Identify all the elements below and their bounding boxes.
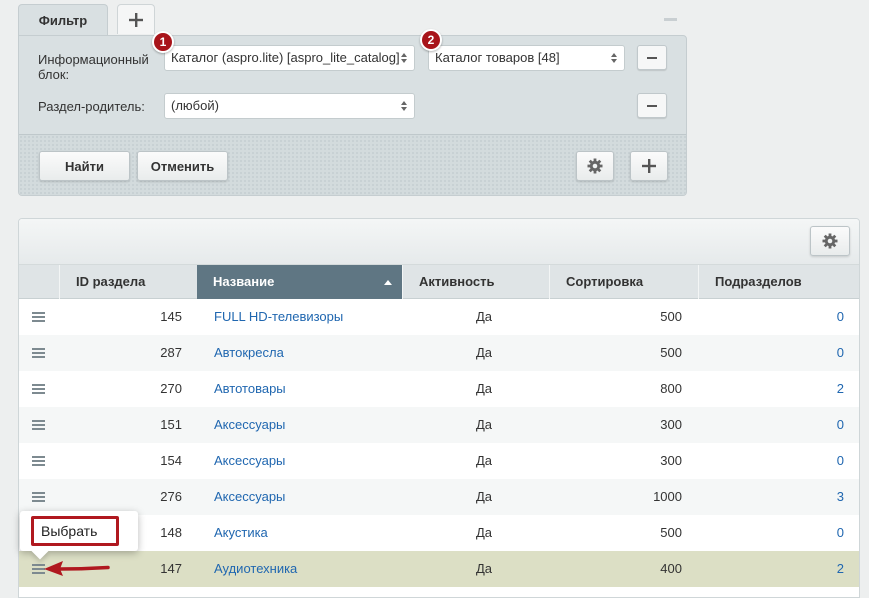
iblock-select[interactable]: Каталог товаров [48]: [428, 45, 625, 71]
cell-id: 287: [160, 345, 182, 360]
cell-subsections-link[interactable]: 0: [699, 515, 844, 551]
remove-parent-field-button[interactable]: [637, 93, 667, 118]
cell-active: Да: [475, 489, 493, 504]
cell-id: 270: [160, 381, 182, 396]
row-context-menu: Выбрать: [20, 511, 138, 551]
cell-id: 276: [160, 489, 182, 504]
cell-sort: 300: [660, 417, 682, 432]
annotation-badge-1: 1: [152, 31, 174, 53]
cell-subsections-link[interactable]: 2: [699, 371, 844, 407]
filter-panel: Информационный блок: Каталог (aspro.lite…: [18, 35, 687, 196]
table-row[interactable]: 154 Аксессуары Да 300 0: [19, 443, 859, 479]
plus-icon: [129, 12, 143, 27]
cell-sort: 500: [660, 345, 682, 360]
table-row[interactable]: 287 Автокресла Да 500 0: [19, 335, 859, 371]
row-menu-icon[interactable]: [32, 420, 45, 430]
select-arrows-icon: [401, 53, 408, 63]
grid-header: ID раздела Название Активность Сортировк…: [19, 265, 859, 299]
column-header-actions: [19, 265, 59, 299]
cell-active: Да: [475, 417, 493, 432]
menu-item-select[interactable]: Выбрать: [31, 516, 119, 546]
cell-active: Да: [475, 453, 493, 468]
row-menu-icon[interactable]: [32, 348, 45, 358]
sort-ascending-icon: [384, 280, 392, 285]
cell-name-link[interactable]: Аудиотехника: [214, 551, 404, 587]
table-row[interactable]: 276 Аксессуары Да 1000 3: [19, 479, 859, 515]
cell-name-link[interactable]: Аксессуары: [214, 479, 404, 515]
column-header-subsections[interactable]: Подразделов: [698, 265, 859, 299]
row-menu-icon[interactable]: [32, 312, 45, 322]
cell-sort: 1000: [653, 489, 682, 504]
table-row[interactable]: 147 Аудиотехника Да 400 2: [19, 551, 859, 587]
cell-name-link[interactable]: Аксессуары: [214, 407, 404, 443]
collapse-filter-icon[interactable]: [664, 18, 677, 21]
gear-icon: [587, 158, 603, 174]
cell-active: Да: [475, 561, 493, 576]
row-menu-icon[interactable]: [32, 492, 45, 502]
column-header-active[interactable]: Активность: [402, 265, 549, 299]
parent-section-value: (любой): [171, 98, 219, 113]
table-row[interactable]: 148 Акустика Да 500 0: [19, 515, 859, 551]
cell-id: 154: [160, 453, 182, 468]
column-header-id[interactable]: ID раздела: [59, 265, 197, 299]
cell-subsections-link[interactable]: 0: [699, 335, 844, 371]
cell-active: Да: [475, 309, 493, 324]
select-arrows-icon: [611, 53, 618, 63]
table-row[interactable]: 151 Аксессуары Да 300 0: [19, 407, 859, 443]
remove-iblock-field-button[interactable]: [637, 45, 667, 70]
cell-subsections-link[interactable]: 0: [699, 443, 844, 479]
cell-sort: 800: [660, 381, 682, 396]
gear-icon: [822, 233, 838, 249]
cell-active: Да: [475, 525, 493, 540]
cancel-button[interactable]: Отменить: [137, 151, 228, 181]
cell-name-link[interactable]: Автокресла: [214, 335, 404, 371]
iblock-type-select[interactable]: Каталог (aspro.lite) [aspro_lite_catalog…: [164, 45, 415, 71]
cell-sort: 300: [660, 453, 682, 468]
parent-section-label: Раздел-родитель:: [38, 99, 145, 114]
row-menu-icon[interactable]: [32, 456, 45, 466]
cell-name-link[interactable]: Аксессуары: [214, 443, 404, 479]
cell-sort: 500: [660, 309, 682, 324]
table-row[interactable]: 270 Автотовары Да 800 2: [19, 371, 859, 407]
sections-grid: ID раздела Название Активность Сортировк…: [18, 218, 860, 598]
cell-sort: 400: [660, 561, 682, 576]
column-header-sort[interactable]: Сортировка: [549, 265, 698, 299]
annotation-arrow-icon: [44, 561, 110, 576]
row-menu-icon[interactable]: [32, 384, 45, 394]
column-header-name-label: Название: [213, 274, 275, 289]
parent-section-select[interactable]: (любой): [164, 93, 415, 119]
cell-id: 151: [160, 417, 182, 432]
cell-name-link[interactable]: Акустика: [214, 515, 404, 551]
grid-settings-button[interactable]: [810, 226, 850, 256]
cell-subsections-link[interactable]: 3: [699, 479, 844, 515]
column-header-name[interactable]: Название: [197, 265, 402, 299]
cell-active: Да: [475, 345, 493, 360]
filter-settings-button[interactable]: [576, 151, 614, 181]
tab-filter[interactable]: Фильтр: [18, 4, 108, 36]
plus-icon: [642, 159, 656, 173]
select-arrows-icon: [401, 101, 408, 111]
cell-sort: 500: [660, 525, 682, 540]
table-row[interactable]: 145 FULL HD-телевизоры Да 500 0: [19, 299, 859, 335]
add-filter-field-button[interactable]: [630, 151, 668, 181]
add-filter-tab-button[interactable]: [117, 4, 155, 34]
cell-active: Да: [475, 381, 493, 396]
iblock-type-value: Каталог (aspro.lite) [aspro_lite_catalog…: [171, 50, 400, 65]
cell-name-link[interactable]: Автотовары: [214, 371, 404, 407]
grid-toolbar: [19, 219, 859, 265]
cell-name-link[interactable]: FULL HD-телевизоры: [214, 299, 404, 335]
cell-subsections-link[interactable]: 0: [699, 407, 844, 443]
annotation-badge-2: 2: [420, 29, 442, 51]
iblock-value: Каталог товаров [48]: [435, 50, 560, 65]
iblock-label: Информационный блок:: [38, 52, 149, 82]
cell-subsections-link[interactable]: 0: [699, 299, 844, 335]
filter-divider: [19, 134, 686, 135]
cell-id: 145: [160, 309, 182, 324]
find-button[interactable]: Найти: [39, 151, 130, 181]
cell-subsections-link[interactable]: 2: [699, 551, 844, 587]
